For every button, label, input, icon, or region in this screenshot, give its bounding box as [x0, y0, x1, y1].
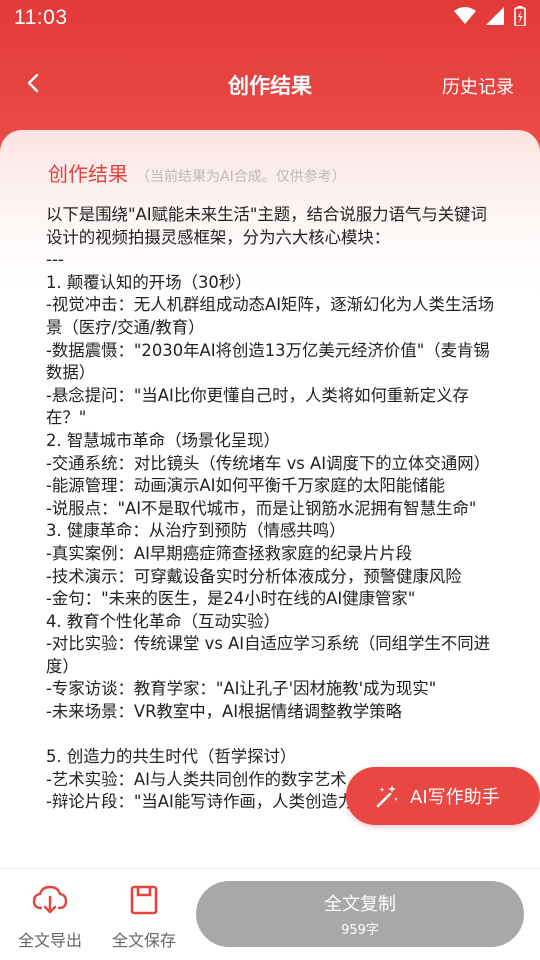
copy-all-label: 全文复制	[324, 894, 396, 915]
content-line: -能源管理：动画演示AI如何平衡千万家庭的太阳能储能	[46, 476, 445, 496]
copy-all-button[interactable]: 全文复制 959字	[196, 881, 524, 947]
content-line: -对比实验：传统课堂 vs AI自适应学习系统（同组学生不同进度）	[46, 634, 490, 676]
save-all-button[interactable]: 全文保存	[104, 883, 184, 951]
cloud-export-icon	[32, 883, 68, 917]
content-line: -数据震慑："2030年AI将创造13万亿美元经济价值"（麦肯锡数据）	[46, 340, 490, 383]
ai-writing-assistant-button[interactable]: AI写作助手	[346, 767, 540, 825]
content-line: 2. 智慧城市革命（场景化呈现）	[46, 430, 280, 450]
magic-wand-icon	[374, 783, 400, 809]
card-title: 创作结果	[48, 162, 128, 186]
content-line: -真实案例：AI早期癌症筛查拯救家庭的纪录片片段	[46, 543, 413, 563]
content-line: ---	[46, 250, 64, 270]
bottom-action-bar: 全文导出 全文保存 全文复制 959字	[0, 868, 540, 960]
status-icons	[454, 6, 526, 30]
status-bar: 11:03	[0, 0, 540, 36]
wifi-icon	[454, 7, 476, 29]
content-line: 3. 健康革命：从治疗到预防（情感共鸣）	[46, 521, 346, 541]
content-line: -交通系统：对比镜头（传统堵车 vs AI调度下的立体交通网）	[46, 453, 490, 473]
content-line: 4. 教育个性化革命（互动实验）	[46, 611, 280, 631]
history-link[interactable]: 历史记录	[442, 73, 514, 99]
ai-writing-assistant-label: AI写作助手	[410, 787, 500, 808]
card-title-row: 创作结果 （当前结果为AI合成。仅供参考）	[48, 158, 346, 187]
result-card: 创作结果 （当前结果为AI合成。仅供参考） 以下是围绕"AI赋能未来生活"主题，…	[0, 130, 540, 870]
signal-icon	[486, 7, 504, 29]
content-line: -视觉冲击：无人机群组成动态AI矩阵，逐渐幻化为人类生活场景（医疗/交通/教育）	[46, 295, 495, 337]
card-subtitle: （当前结果为AI合成。仅供参考）	[136, 169, 346, 185]
battery-icon	[514, 6, 526, 30]
content-line: -技术演示：可穿戴设备实时分析体液成分，预警健康风险	[46, 566, 462, 586]
status-time: 11:03	[14, 6, 68, 29]
char-count: 959字	[341, 923, 379, 938]
save-all-label: 全文保存	[111, 931, 176, 950]
export-all-label: 全文导出	[17, 931, 82, 950]
content-blank-line	[46, 724, 498, 747]
content-line: -金句："未来的医生，是24小时在线的AI健康管家"	[46, 589, 416, 609]
content-line: -专家访谈：教育学家："AI让孔子'因材施教'成为现实"	[46, 679, 437, 699]
app-bar: 创作结果 历史记录	[0, 56, 540, 112]
content-line: -未来场景：VR教室中，AI根据情绪调整教学策略	[46, 702, 402, 722]
content-line: 以下是围绕"AI赋能未来生活"主题，结合说服力语气与关键词设计的视频拍摄灵感框架…	[46, 205, 487, 247]
result-content: 以下是围绕"AI赋能未来生活"主题，结合说服力语气与关键词设计的视频拍摄灵感框架…	[46, 204, 498, 814]
save-icon	[130, 883, 158, 917]
content-line: 1. 颠覆认知的开场（30秒）	[46, 272, 252, 292]
export-all-button[interactable]: 全文导出	[10, 883, 90, 951]
content-line: -悬念提问："当AI比你更懂自己时，人类将如何重新定义存在？"	[46, 385, 469, 428]
content-line: -说服点："AI不是取代城市，而是让钢筋水泥拥有智慧生命"	[46, 498, 477, 518]
content-line: 5. 创造力的共生时代（哲学探讨）	[46, 747, 297, 767]
